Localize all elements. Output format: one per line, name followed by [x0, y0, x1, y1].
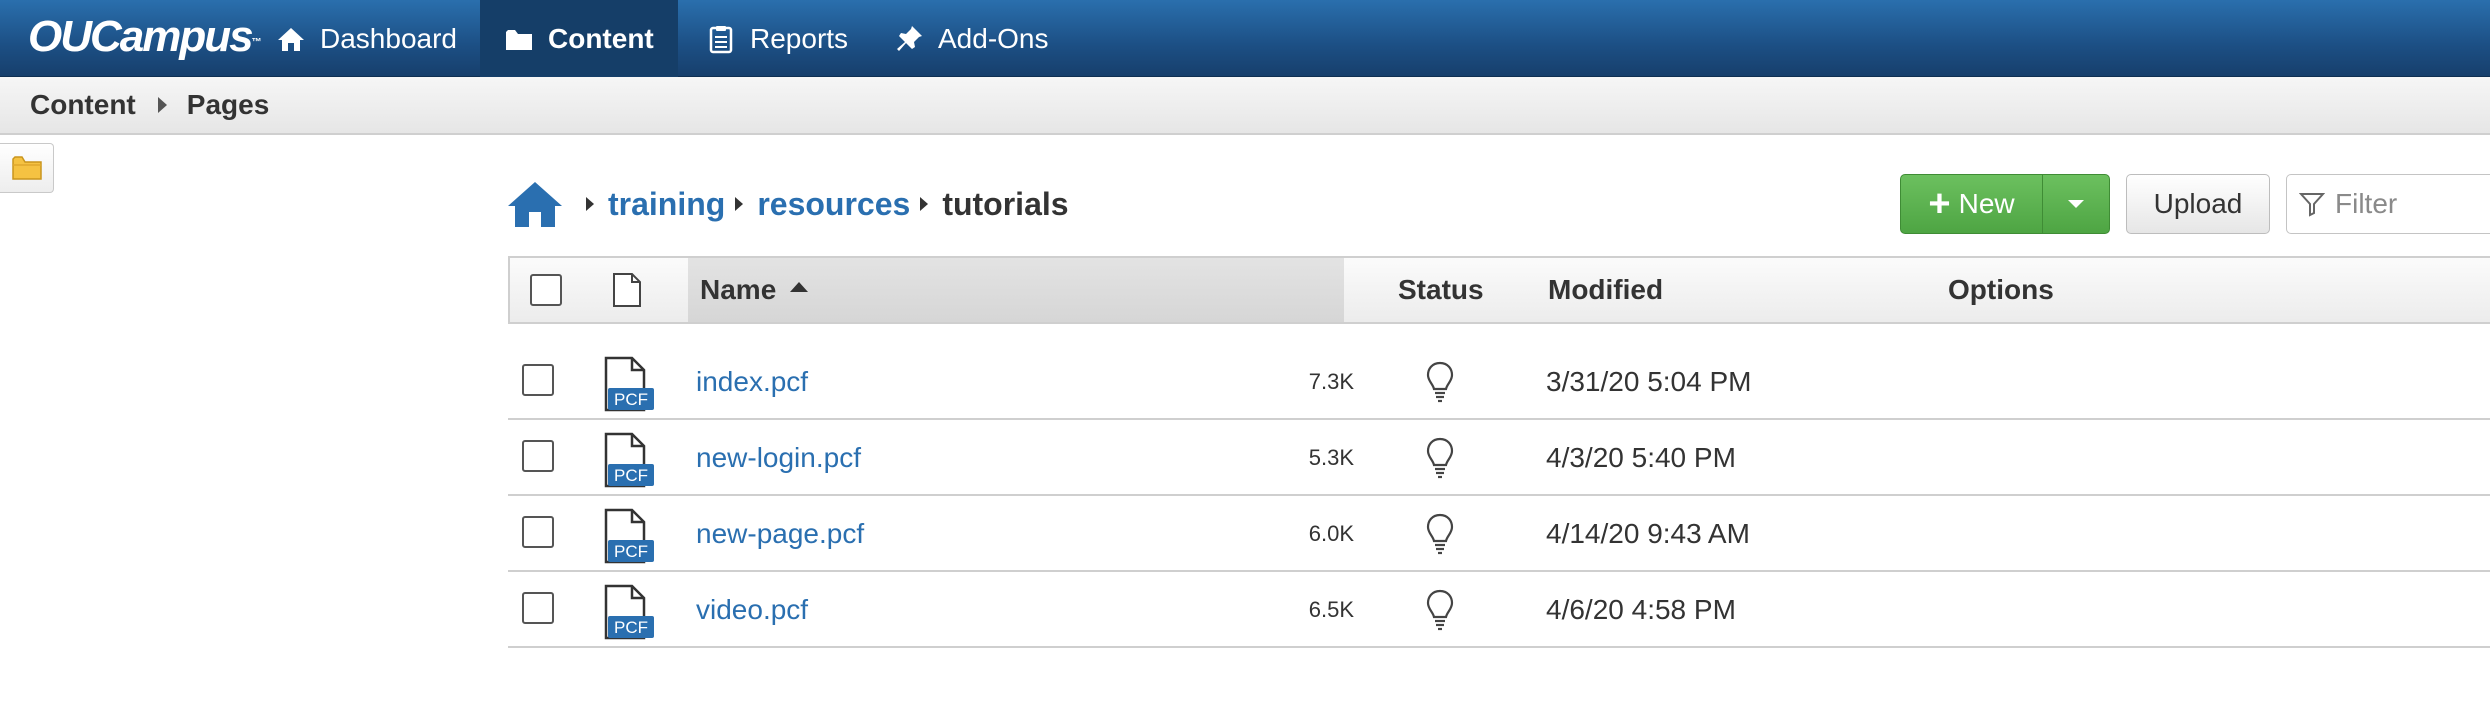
nav-addons-label: Add-Ons	[938, 22, 1049, 54]
nav-content[interactable]: Content	[480, 0, 678, 77]
file-modified-date: 4/3/20 5:40 PM	[1546, 442, 1736, 473]
breadcrumb-pages[interactable]: Pages	[187, 89, 270, 121]
file-name-link[interactable]: new-page.pcf	[696, 496, 864, 572]
svg-text:PCF: PCF	[614, 618, 648, 637]
nav-content-label: Content	[548, 22, 654, 54]
file-modified-date: 4/6/20 4:58 PM	[1546, 594, 1736, 625]
table-header: Name Status Modified Options	[508, 256, 2490, 324]
filter-field[interactable]	[2286, 174, 2490, 234]
table-row: PCF new-page.pcf 6.0K 4/14/20 9:43 AM	[508, 496, 2490, 572]
pcf-file-icon: PCF	[604, 356, 654, 412]
column-options-label: Options	[1948, 274, 2054, 305]
new-dropdown-toggle[interactable]	[2043, 175, 2109, 233]
path-segment-resources[interactable]: resources	[757, 186, 910, 223]
svg-text:PCF: PCF	[614, 466, 648, 485]
home-icon	[278, 27, 304, 51]
select-all-checkbox[interactable]	[530, 274, 562, 306]
new-button-label: New	[1958, 188, 2015, 219]
file-size: 7.3K	[1308, 369, 1354, 394]
breadcrumb: Content Pages	[0, 77, 2490, 135]
plus-icon: +	[1928, 183, 1951, 225]
table-row: PCF new-login.pcf 5.3K 4/3/20 5:40 PM	[508, 420, 2490, 496]
pcf-file-icon: PCF	[604, 508, 654, 564]
upload-button[interactable]: Upload	[2126, 174, 2270, 234]
upload-button-label: Upload	[2153, 188, 2243, 219]
row-checkbox[interactable]	[522, 364, 554, 396]
breadcrumb-separator-icon	[157, 97, 167, 113]
folder-icon	[506, 29, 532, 50]
column-name-label: Name	[700, 274, 777, 305]
path-current-folder: tutorials	[942, 185, 1069, 222]
file-size: 6.5K	[1308, 597, 1354, 622]
lightbulb-icon[interactable]	[1426, 588, 1454, 632]
column-header-name[interactable]: Name	[688, 258, 1344, 322]
svg-text:PCF: PCF	[614, 390, 648, 409]
new-button-group: + New	[1900, 174, 2110, 234]
oucampus-logo[interactable]: OUCampus™	[28, 12, 262, 62]
nav-reports-label: Reports	[750, 22, 849, 54]
column-header-options: Options	[1948, 258, 2054, 322]
row-checkbox[interactable]	[522, 516, 554, 548]
lightbulb-icon[interactable]	[1426, 360, 1454, 404]
file-list: PCF index.pcf 7.3K 3/31/20 5:04 PM PCF n…	[508, 344, 2490, 648]
path-segment-training[interactable]: training	[608, 186, 725, 223]
column-header-status[interactable]: Status	[1398, 258, 1484, 322]
folder-tree-toggle-button[interactable]	[0, 143, 54, 193]
folder-icon	[11, 156, 42, 180]
file-name-link[interactable]: video.pcf	[696, 572, 808, 648]
pin-icon	[897, 25, 922, 51]
filter-input[interactable]	[2333, 187, 2490, 221]
column-modified-label: Modified	[1548, 274, 1664, 305]
file-name-link[interactable]: new-login.pcf	[696, 420, 861, 496]
top-navigation: OUCampus™ Dashboard Content Reports Add-…	[0, 0, 2490, 77]
funnel-icon	[2299, 193, 2325, 217]
path-separator-icon	[586, 197, 594, 211]
new-button[interactable]: + New	[1901, 175, 2043, 233]
file-size: 6.0K	[1308, 521, 1354, 546]
file-type-icon[interactable]	[612, 272, 642, 308]
home-icon[interactable]	[506, 179, 564, 229]
file-name-link[interactable]: index.pcf	[696, 344, 808, 420]
lightbulb-icon[interactable]	[1426, 436, 1454, 480]
nav-addons[interactable]: Add-Ons	[870, 0, 1073, 77]
breadcrumb-content[interactable]: Content	[30, 89, 136, 121]
nav-dashboard[interactable]: Dashboard	[252, 0, 481, 77]
file-size: 5.3K	[1308, 445, 1354, 470]
lightbulb-icon[interactable]	[1426, 512, 1454, 556]
path-separator-icon	[735, 197, 744, 211]
path-separator-icon	[920, 197, 929, 211]
column-header-modified[interactable]: Modified	[1548, 258, 1663, 322]
logo-text: OUCampus	[28, 12, 254, 61]
pcf-file-icon: PCF	[604, 584, 654, 640]
sort-ascending-icon	[790, 282, 809, 292]
table-row: PCF index.pcf 7.3K 3/31/20 5:04 PM	[508, 344, 2490, 420]
column-status-label: Status	[1398, 274, 1484, 305]
folder-path: training resources tutorials	[506, 176, 1069, 232]
table-row: PCF video.pcf 6.5K 4/6/20 4:58 PM	[508, 572, 2490, 648]
clipboard-icon	[709, 25, 733, 53]
svg-text:PCF: PCF	[614, 542, 648, 561]
pcf-file-icon: PCF	[604, 432, 654, 488]
nav-reports[interactable]: Reports	[682, 0, 872, 77]
chevron-down-icon	[2068, 200, 2084, 208]
file-modified-date: 3/31/20 5:04 PM	[1546, 366, 1752, 397]
file-modified-date: 4/14/20 9:43 AM	[1546, 518, 1750, 549]
row-checkbox[interactable]	[522, 592, 554, 624]
nav-dashboard-label: Dashboard	[320, 22, 457, 54]
row-checkbox[interactable]	[522, 440, 554, 472]
